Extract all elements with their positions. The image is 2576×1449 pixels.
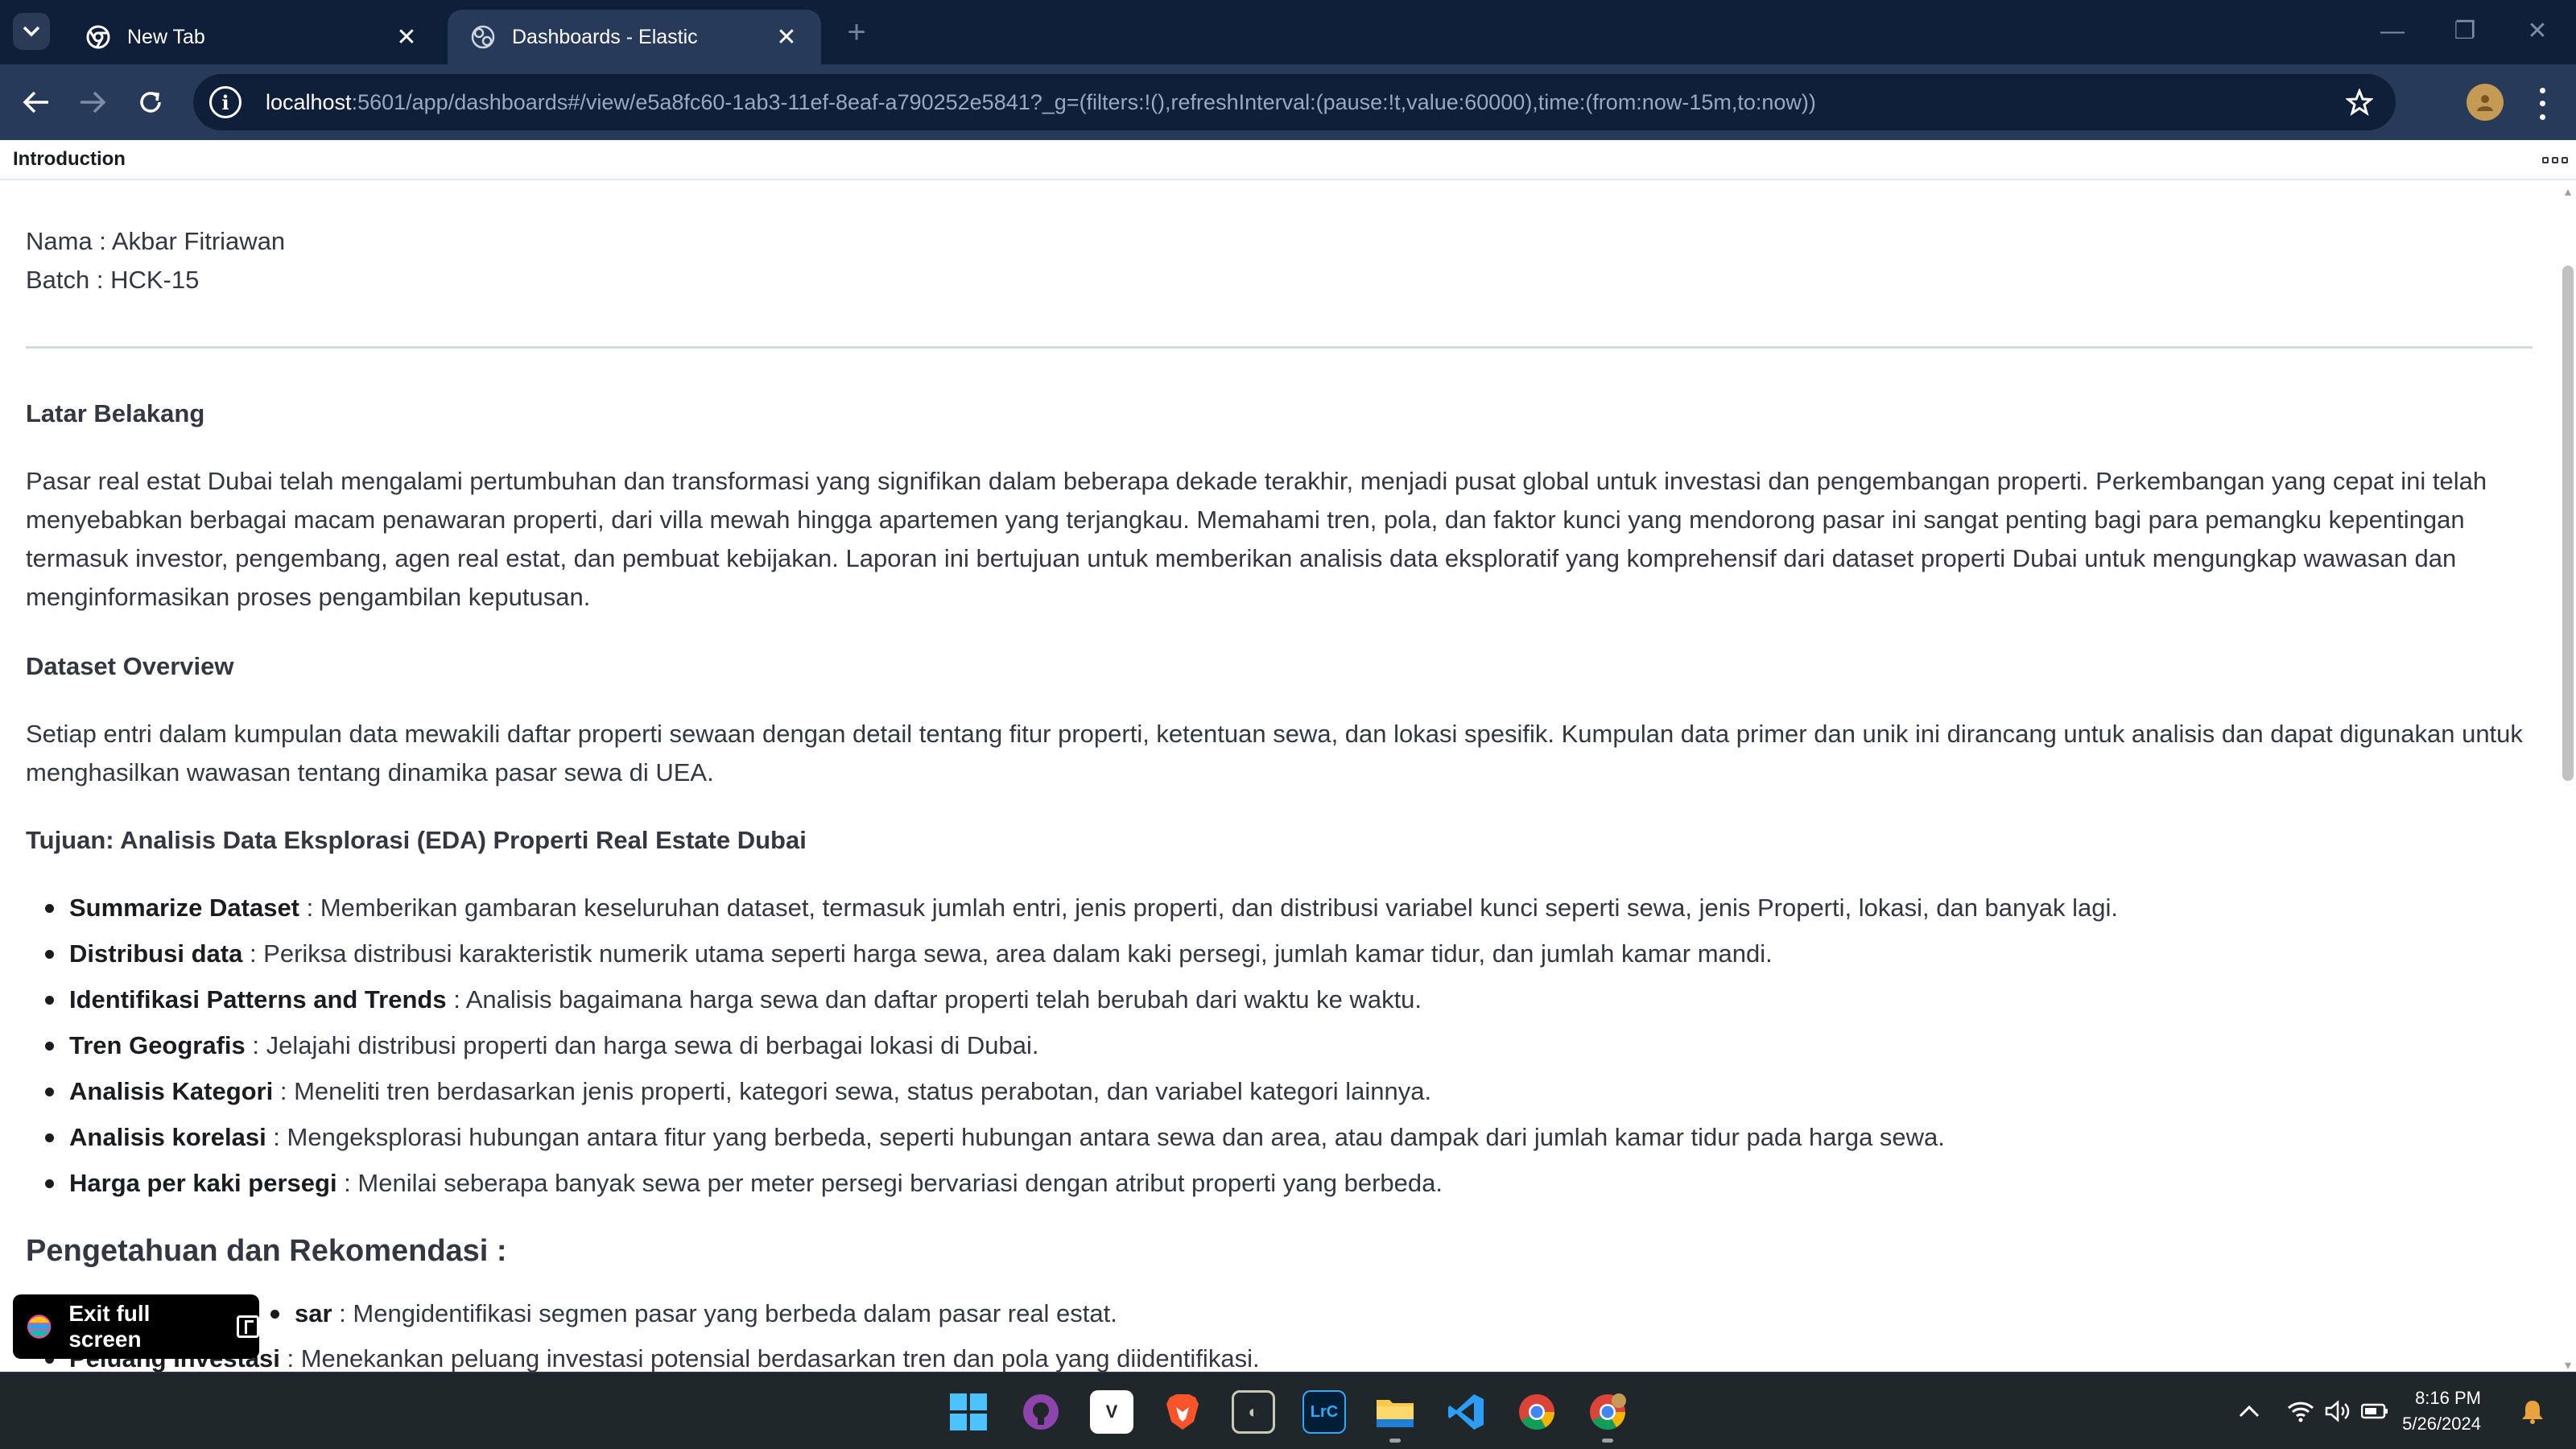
reload-button[interactable] bbox=[130, 82, 171, 122]
close-window-icon[interactable]: ✕ bbox=[2513, 11, 2562, 52]
forward-button[interactable] bbox=[72, 82, 113, 122]
latar-belakang-heading: Latar Belakang bbox=[26, 399, 205, 427]
taskbar-clock[interactable]: 8:16 PM 5/26/2024 bbox=[2368, 1385, 2481, 1437]
address-bar[interactable]: i localhost:5601/app/dashboards#/view/e5… bbox=[193, 74, 2396, 130]
arrow-right-icon bbox=[80, 91, 106, 114]
new-tab-plus-icon[interactable]: + bbox=[837, 14, 876, 53]
markdown-content: Nama : Akbar Fitriawan Batch : HCK-15 La… bbox=[26, 182, 2536, 1372]
exit-full-screen-label: Exit full screen bbox=[68, 1301, 151, 1352]
chrome-icon[interactable] bbox=[1515, 1390, 1558, 1434]
panel-title: Introduction bbox=[13, 148, 126, 170]
tab-title: New Tab bbox=[127, 25, 205, 48]
vscode-icon[interactable] bbox=[1444, 1390, 1488, 1434]
windows-taskbar: V ◐ LrC 8:16 PM 5/26/2024 bbox=[0, 1372, 2576, 1449]
list-item: Harga per kaki persegi : Menilai seberap… bbox=[45, 1164, 1443, 1203]
clock-time: 8:16 PM bbox=[2415, 1388, 2481, 1408]
box-icon bbox=[2552, 157, 2558, 163]
tujuan-heading: Tujuan: Analisis Data Eksplorasi (EDA) P… bbox=[26, 826, 807, 854]
tab-new-tab[interactable]: New Tab ✕ bbox=[63, 10, 441, 64]
elastic-icon bbox=[471, 25, 495, 49]
tab-title: Dashboards - Elastic bbox=[512, 25, 698, 48]
clock-date: 5/26/2024 bbox=[2402, 1414, 2481, 1434]
file-explorer-icon[interactable] bbox=[1373, 1390, 1417, 1434]
batch-line: Batch : HCK-15 bbox=[26, 266, 200, 294]
exit-full-screen-button[interactable]: Exit full screen bbox=[13, 1294, 259, 1359]
list-item: Analisis Kategori : Meneliti tren berdas… bbox=[44, 1072, 1431, 1111]
latar-belakang-paragraph: Pasar real estat Dubai telah mengalami p… bbox=[26, 467, 2487, 611]
list-item: sar : Mengidentifikasi segmen pasar yang… bbox=[270, 1294, 1117, 1333]
chrome-profile-icon[interactable] bbox=[1586, 1390, 1629, 1434]
running-indicator bbox=[1602, 1439, 1613, 1443]
scroll-up-arrow-icon[interactable]: ▴ bbox=[2560, 184, 2576, 199]
horizontal-divider bbox=[26, 346, 2533, 349]
user-icon bbox=[2477, 95, 2493, 111]
windows-start-icon[interactable] bbox=[947, 1390, 990, 1434]
site-info-icon[interactable]: i bbox=[209, 86, 242, 118]
lightroom-classic-icon[interactable]: LrC bbox=[1302, 1390, 1346, 1434]
box-icon bbox=[2542, 157, 2549, 163]
list-item: Summarize Dataset : Memberikan gambaran … bbox=[45, 889, 2118, 927]
bookmark-star-icon[interactable] bbox=[2339, 82, 2380, 122]
notification-bell-icon[interactable] bbox=[2516, 1395, 2549, 1427]
scroll-down-arrow-icon[interactable]: ▾ bbox=[2560, 1357, 2576, 1373]
minimize-icon[interactable]: — bbox=[2368, 11, 2417, 52]
scrollbar-thumb[interactable] bbox=[2562, 266, 2574, 781]
dataset-overview-heading: Dataset Overview bbox=[26, 652, 234, 680]
fullscreen-exit-icon bbox=[237, 1315, 259, 1338]
vim-icon[interactable]: V bbox=[1090, 1390, 1133, 1434]
box-icon bbox=[2562, 157, 2568, 163]
close-tab-icon[interactable]: ✕ bbox=[774, 23, 799, 52]
url-text[interactable]: localhost:5601/app/dashboards#/view/e5a8… bbox=[266, 90, 2339, 115]
dataset-overview-paragraph: Setiap entri dalam kumpulan data mewakil… bbox=[26, 720, 2523, 786]
running-indicator bbox=[1389, 1439, 1401, 1443]
pengetahuan-rekomendasi-heading: Pengetahuan dan Rekomendasi : bbox=[26, 1234, 507, 1268]
gnucash-icon[interactable]: ◐ bbox=[1232, 1390, 1275, 1434]
github-desktop-icon[interactable] bbox=[1019, 1390, 1063, 1434]
chevron-down-icon bbox=[23, 26, 40, 37]
volume-icon[interactable] bbox=[2322, 1395, 2354, 1427]
list-item: Tren Geografis : Jelajahi distribusi pro… bbox=[44, 1026, 1038, 1065]
panel-header: Introduction bbox=[0, 140, 2576, 180]
back-button[interactable] bbox=[16, 82, 56, 122]
panel-options-button[interactable] bbox=[2539, 148, 2571, 172]
wifi-icon[interactable] bbox=[2285, 1395, 2317, 1427]
tab-dashboards-elastic[interactable]: Dashboards - Elastic ✕ bbox=[448, 10, 821, 64]
dot-icon bbox=[2539, 114, 2545, 121]
tab-search-button[interactable] bbox=[13, 13, 50, 50]
browser-tab-strip: New Tab ✕ Dashboards - Elastic ✕ + — ❐ ✕ bbox=[0, 0, 2576, 64]
list-item: Analisis korelasi : Mengeksplorasi hubun… bbox=[45, 1118, 1945, 1157]
chrome-icon bbox=[86, 25, 110, 49]
close-tab-icon[interactable]: ✕ bbox=[394, 23, 419, 52]
tray-chevron-up-icon[interactable] bbox=[2235, 1395, 2264, 1427]
arrow-left-icon bbox=[23, 91, 48, 114]
reload-icon bbox=[140, 92, 161, 113]
list-item: Identifikasi Patterns and Trends : Anali… bbox=[44, 980, 1422, 1019]
dot-icon bbox=[2539, 101, 2545, 107]
dot-icon bbox=[2539, 87, 2545, 93]
brave-icon[interactable] bbox=[1161, 1390, 1204, 1434]
profile-avatar[interactable] bbox=[2467, 84, 2504, 121]
list-item: Distribusi data : Periksa distribusi kar… bbox=[45, 935, 1773, 973]
nama-line: Nama : Akbar Fitriawan bbox=[26, 227, 286, 255]
browser-toolbar: i localhost:5601/app/dashboards#/view/e5… bbox=[0, 64, 2576, 140]
elastic-logo-icon bbox=[27, 1315, 52, 1339]
restore-icon[interactable]: ❐ bbox=[2441, 11, 2489, 52]
browser-menu-button[interactable] bbox=[2526, 84, 2558, 124]
